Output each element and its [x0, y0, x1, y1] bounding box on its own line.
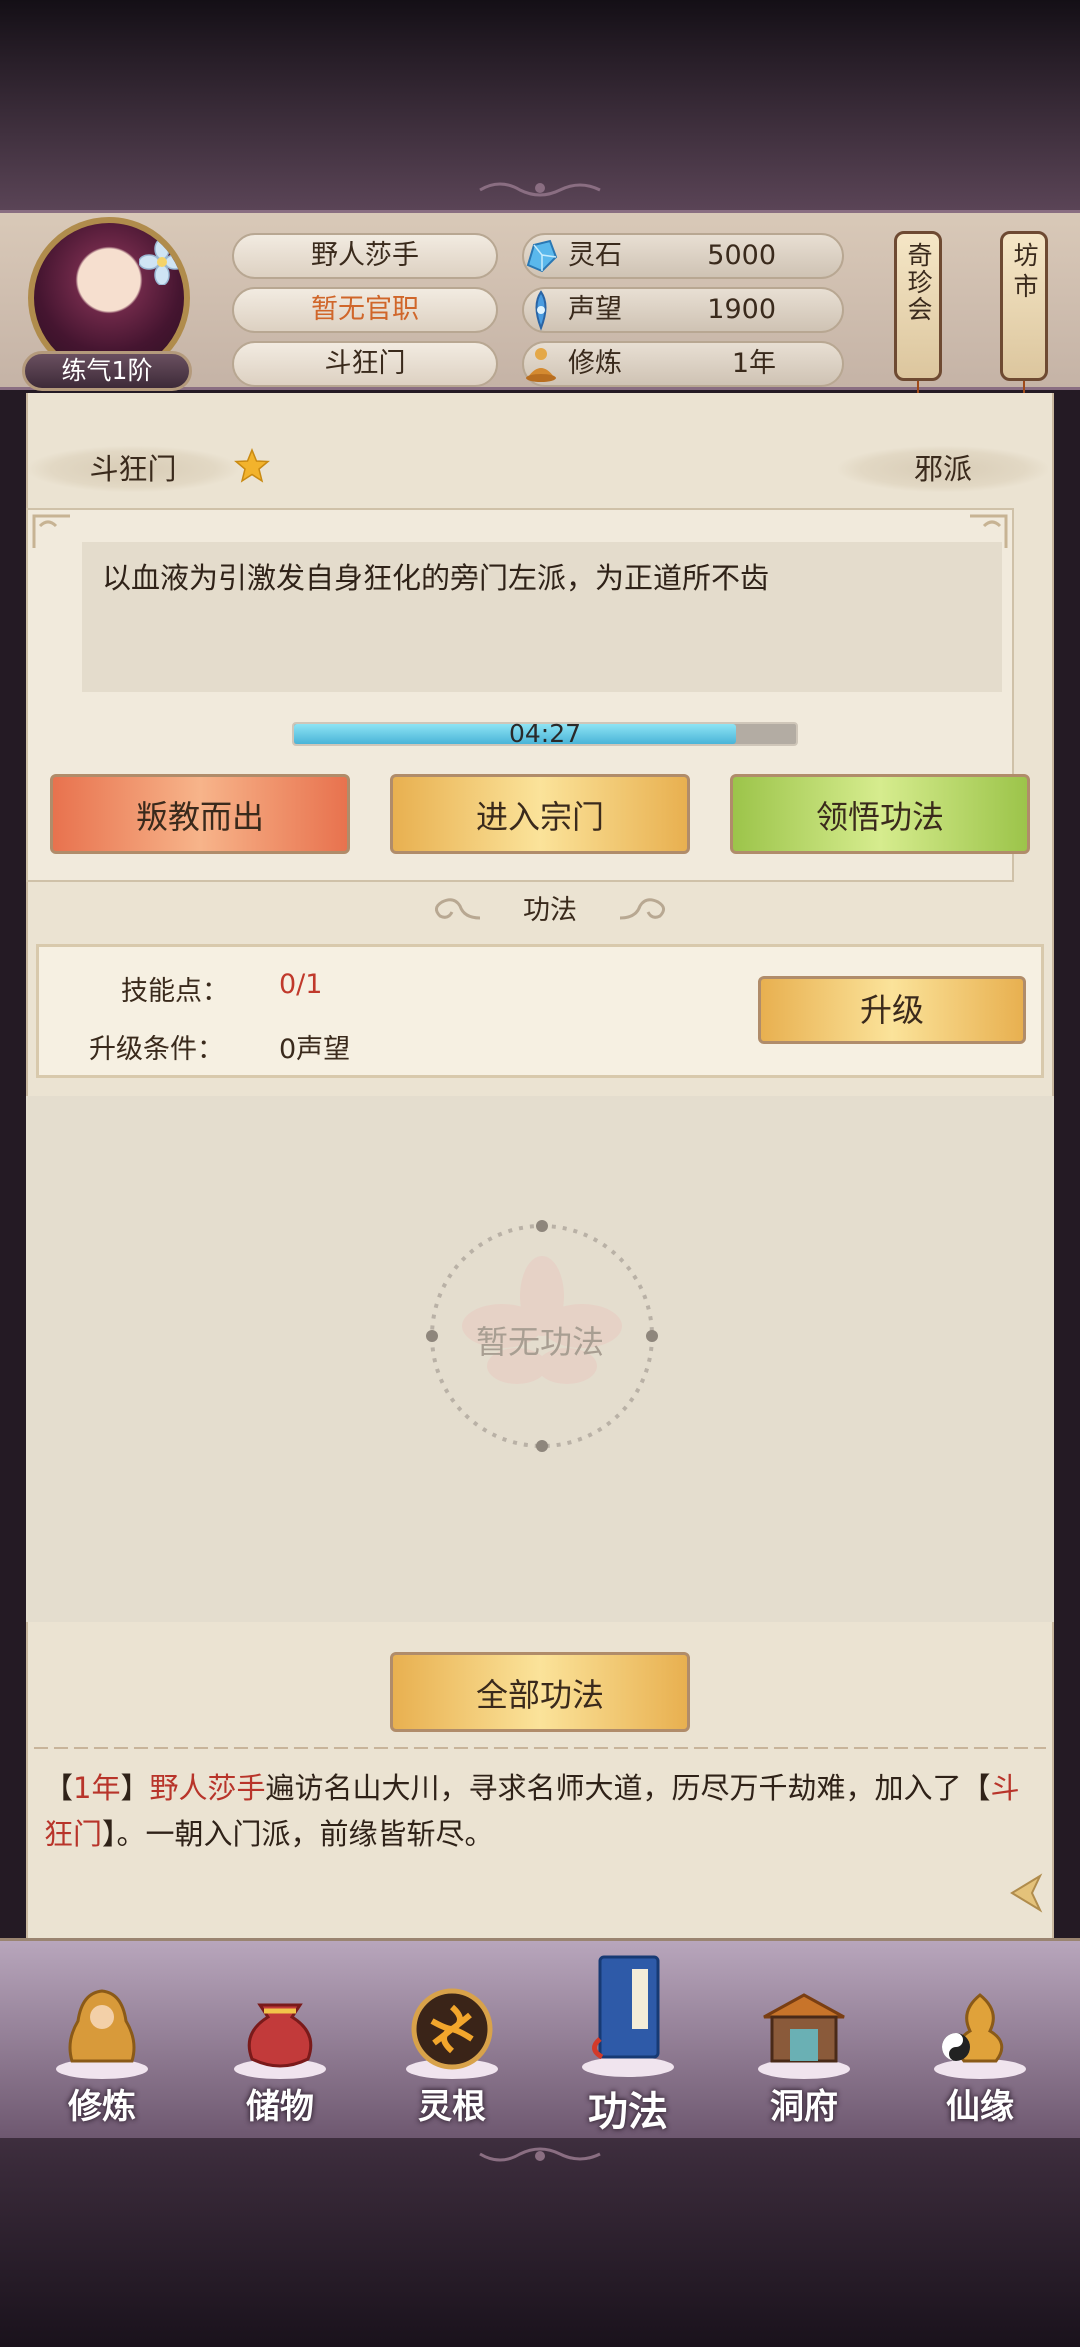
immortal-fate-icon [934, 1993, 1026, 2079]
storage-bag-icon [234, 2003, 326, 2079]
technique-list-empty: 暂无功法 [26, 1096, 1054, 1622]
corner-ornament-icon [32, 514, 70, 548]
bottom-background [0, 2138, 1080, 2347]
log-text-part: 遍访名山大川，寻求名师大道，历尽万千劫难，加入了 [265, 1771, 962, 1805]
enter-sect-button[interactable]: 进入宗门 [390, 774, 690, 854]
learn-technique-button[interactable]: 领悟功法 [730, 774, 1030, 854]
player-sect: 斗狂门 [232, 341, 498, 387]
nav-label: 功法 [588, 2089, 668, 2135]
event-log: 【1年】野人莎手遍访名山大川，寻求名师大道，历尽万千劫难，加入了【斗狂门】。一朝… [44, 1771, 1020, 1851]
log-text-part: 。一朝入门派，前缘皆斩尽。 [116, 1817, 494, 1851]
lantern-label: 坊市 [1010, 242, 1039, 304]
log-player-name: 野人莎手 [149, 1771, 266, 1805]
sect-name-tag: 斗狂门 [28, 446, 238, 492]
prestige-counter[interactable]: 声望 1900 [522, 287, 844, 333]
cultivation-time-counter[interactable]: 修炼 1年 [522, 341, 844, 387]
nav-label: 洞府 [770, 2087, 838, 2127]
cloud-ornament-icon [479, 182, 601, 197]
top-background [0, 0, 1080, 210]
nav-item-technique[interactable]: 功法 [538, 1941, 718, 2141]
nav-label: 灵根 [418, 2087, 486, 2127]
resource-value: 5000 [707, 240, 776, 271]
bottom-navigation: 修炼 储物 灵根 功法 洞府 仙缘 [0, 1938, 1080, 2138]
lantern-label: 奇珍会 [904, 242, 933, 323]
player-header: 练气1阶 野人莎手 暂无官职 斗狂门 灵石 5000 声望 1900 修炼 1年… [0, 210, 1080, 430]
cave-dwelling-icon [758, 1993, 850, 2079]
cloud-ornament-icon [619, 898, 665, 920]
upgrade-button[interactable]: 升级 [758, 976, 1026, 1044]
betray-sect-button[interactable]: 叛教而出 [50, 774, 350, 854]
timer-text: 04:27 [508, 719, 582, 748]
nav-label: 仙缘 [946, 2087, 1014, 2127]
spirit-root-icon [406, 1988, 498, 2079]
nav-item-storage[interactable]: 储物 [190, 1941, 370, 2141]
cloud-ornament-icon [479, 2147, 601, 2162]
nav-item-cultivation[interactable]: 修炼 [12, 1941, 192, 2141]
resource-label: 灵石 [568, 240, 622, 271]
treasure-auction-button[interactable]: 奇珍会 [894, 231, 942, 381]
meditation-icon [526, 348, 556, 382]
official-rank: 暂无官职 [232, 287, 498, 333]
nav-label: 储物 [246, 2087, 314, 2127]
all-techniques-button[interactable]: 全部功法 [390, 1652, 690, 1732]
player-name: 野人莎手 [232, 233, 498, 279]
nav-label: 修炼 [68, 2087, 136, 2127]
spirit-stone-icon [526, 239, 558, 273]
nav-item-immortal-fate[interactable]: 仙缘 [890, 1941, 1070, 2141]
empty-technique-text: 暂无功法 [475, 1323, 604, 1361]
realm-badge: 练气1阶 [22, 351, 192, 391]
upgrade-condition-label: 升级条件： [89, 1034, 224, 1065]
collapse-arrow-icon[interactable] [1008, 1872, 1052, 1914]
flower-hairpin-icon [139, 239, 184, 285]
skill-points-label: 技能点： [121, 976, 229, 1007]
resource-value: 1900 [707, 294, 776, 325]
log-year: 1年 [73, 1771, 121, 1805]
prestige-icon [535, 290, 547, 331]
timer-progress-bar: 04:27 [292, 719, 798, 748]
skill-points-value: 0/1 [279, 969, 323, 1000]
resource-value: 1年 [731, 348, 776, 379]
nav-item-cave-dwelling[interactable]: 洞府 [714, 1941, 894, 2141]
divider-ornament [34, 1747, 1046, 1749]
alignment-tag: 邪派 [838, 446, 1048, 492]
resource-label: 修炼 [568, 348, 622, 379]
technique-book-icon [582, 1955, 674, 2077]
market-button[interactable]: 坊市 [1000, 231, 1048, 381]
star-icon [234, 448, 270, 483]
nav-item-spirit-root[interactable]: 灵根 [362, 1941, 542, 2141]
spirit-stone-counter[interactable]: 灵石 5000 [522, 233, 844, 279]
cultivation-icon [56, 1989, 148, 2079]
upgrade-condition-value: 0声望 [279, 1034, 351, 1065]
resource-label: 声望 [568, 294, 622, 325]
sect-description: 以血液为引激发自身狂化的旁门左派，为正道所不齿 [82, 542, 1002, 692]
